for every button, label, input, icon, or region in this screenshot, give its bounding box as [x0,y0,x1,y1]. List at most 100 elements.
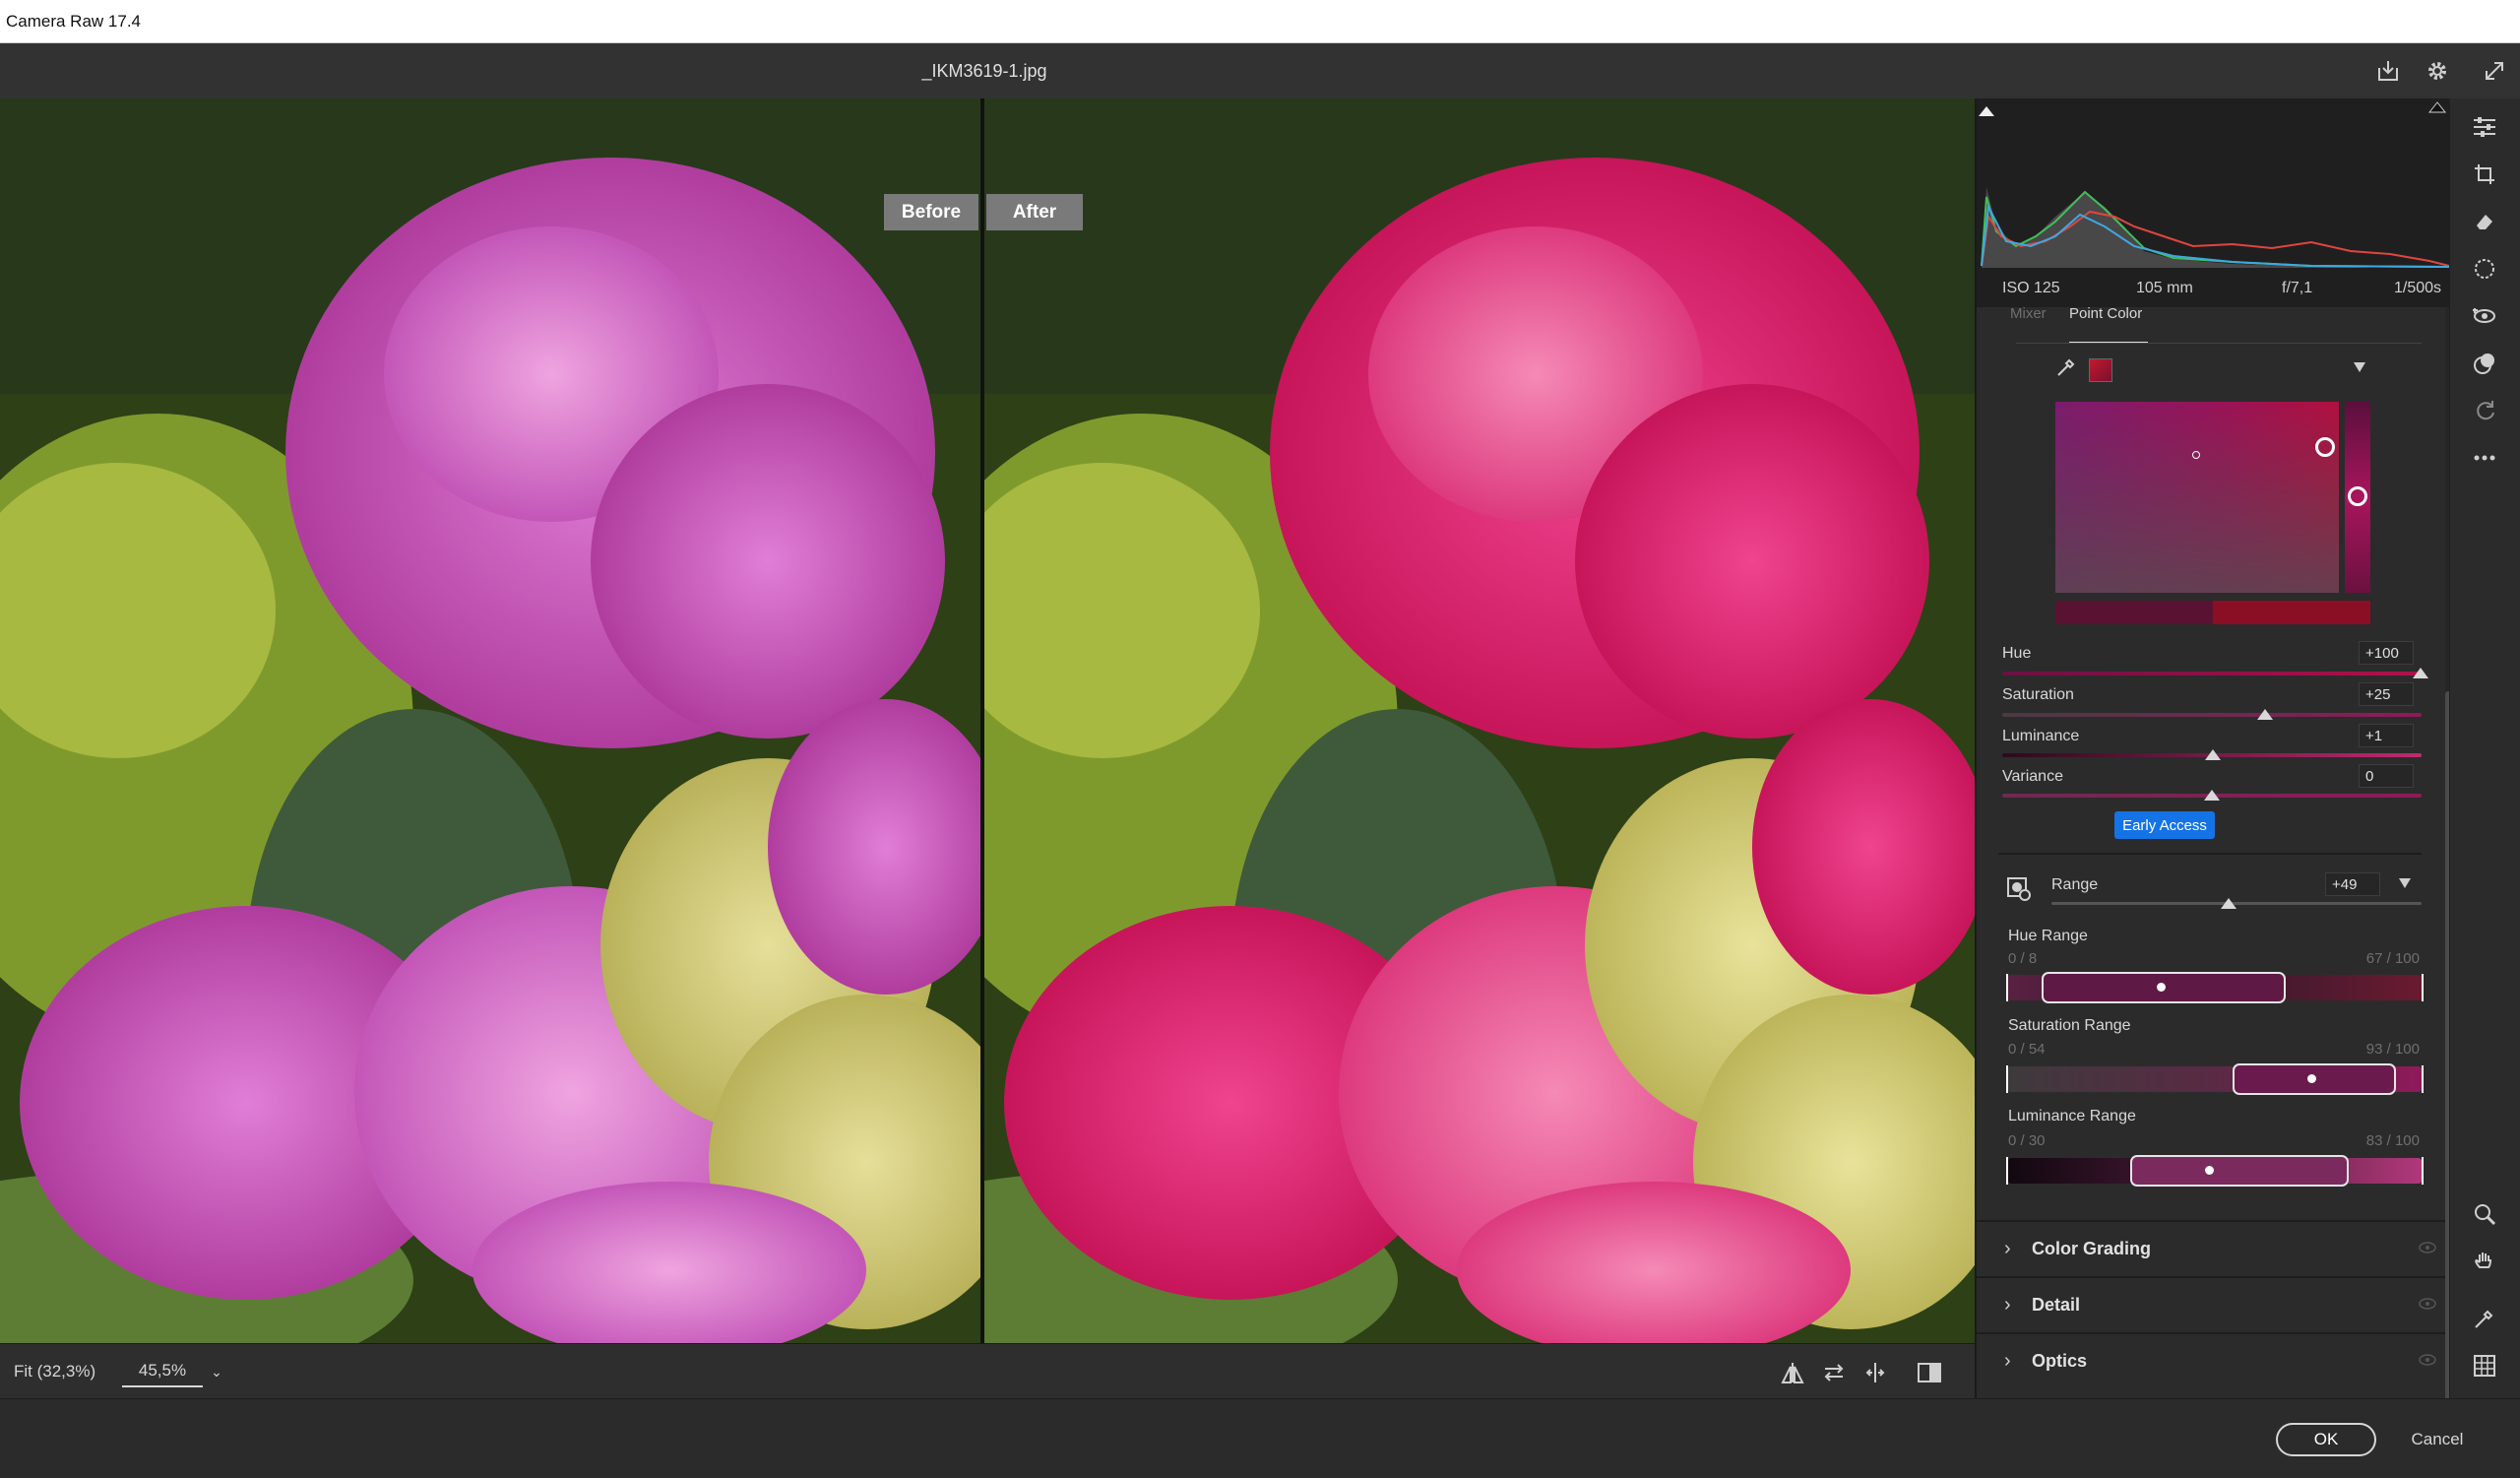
hue-value[interactable]: +100 [2359,641,2414,665]
fit-zoom-button[interactable]: Fit (32,3%) [14,1360,95,1383]
saturation-range-bar[interactable] [2006,1063,2424,1095]
visibility-eye-icon[interactable] [2418,1297,2437,1316]
after-image [984,98,1975,1343]
hue-label: Hue [2002,645,2032,662]
range-label: Range [2051,876,2099,893]
hue-slider-thumb[interactable] [2413,668,2428,678]
saturation-value[interactable]: +25 [2359,682,2414,706]
saturation-range-selection[interactable] [2233,1063,2396,1095]
variance-value[interactable]: 0 [2359,764,2414,788]
luminance-range-center-handle[interactable] [2205,1166,2214,1175]
range-dropdown-icon[interactable] [2398,876,2416,892]
presets-icon[interactable] [2468,347,2501,380]
saturation-range-center-handle[interactable] [2307,1074,2316,1083]
color-sampler-icon[interactable] [2468,1302,2501,1335]
luminance-range-bar[interactable] [2006,1155,2424,1187]
save-icon[interactable] [2372,55,2404,87]
hue-range-left-value: 0 / 8 [2008,950,2038,967]
luminance-range-max-marker[interactable] [2422,1157,2424,1185]
red-eye-icon[interactable] [2468,299,2501,333]
chevron-right-icon: › [2004,1238,2011,1259]
section-color-grading[interactable]: › Color Grading [1977,1220,2451,1275]
saturation-slider-thumb[interactable] [2257,709,2273,720]
variance-slider-thumb[interactable] [2204,790,2220,801]
luminance-label: Luminance [2002,728,2080,744]
section-title: Optics [2032,1351,2088,1371]
canvas-bottom-bar: Fit (32,3%) 45,5% ⌄ [0,1343,1975,1398]
range-slider-track[interactable] [2051,902,2422,905]
saturation-slider-track[interactable] [2002,713,2422,717]
image-canvas[interactable]: Before After [0,98,1975,1343]
swap-settings-icon[interactable] [1819,1358,1849,1387]
saturation-range-label: Saturation Range [2008,1017,2131,1034]
before-color-swatch [2055,601,2213,624]
saturation-range-max-marker[interactable] [2422,1065,2424,1093]
saturation-range-right-value: 93 / 100 [2365,1041,2420,1058]
ok-button[interactable]: OK [2276,1423,2376,1456]
file-name: _IKM3619-1.jpg [921,61,1047,81]
zoom-icon[interactable] [2468,1197,2501,1231]
tool-strip [2449,98,2520,1398]
toggle-compare-icon[interactable] [1914,1358,1945,1387]
target-color-handle[interactable] [2315,437,2335,457]
zoom-level-field[interactable]: 45,5% [122,1356,203,1387]
color-swatch[interactable] [2089,358,2112,382]
window-title: Camera Raw 17.4 [6,12,142,31]
masking-icon[interactable] [2468,252,2501,286]
range-value[interactable]: +49 [2325,872,2380,896]
hue-range-selection[interactable] [2042,972,2286,1003]
hue-range-min-marker[interactable] [2006,974,2008,1001]
eraser-icon[interactable] [2468,205,2501,238]
hue-range-max-marker[interactable] [2422,974,2424,1001]
luminance-range-right-value: 83 / 100 [2365,1132,2420,1149]
cancel-button[interactable]: Cancel [2402,1423,2473,1456]
luminance-strip[interactable] [2345,402,2370,593]
crop-icon[interactable] [2468,158,2501,191]
luminance-range-left-value: 0 / 30 [2008,1132,2046,1149]
saturation-range-min-marker[interactable] [2006,1065,2008,1093]
grid-overlay-icon[interactable] [2468,1349,2501,1382]
luminance-value[interactable]: +1 [2359,724,2414,747]
color-field[interactable] [2055,402,2339,593]
visibility-eye-icon[interactable] [2418,1353,2437,1372]
after-color-swatch [2213,601,2370,624]
visibility-eye-icon[interactable] [2418,1241,2437,1259]
before-after-view-icon[interactable] [1778,1358,1807,1387]
edit-panel: ISO 125 105 mm f/7,1 1/500s Mixer Point … [1975,98,2451,1410]
chevron-right-icon: › [2004,1350,2011,1372]
zoom-dropdown-icon[interactable]: ⌄ [207,1358,226,1385]
section-optics[interactable]: › Optics [1977,1332,2451,1387]
luminance-slider-thumb[interactable] [2205,749,2221,760]
chevron-right-icon: › [2004,1294,2011,1316]
copy-settings-icon[interactable] [1860,1358,1890,1387]
edit-sliders-icon[interactable] [2468,110,2501,144]
snapshots-icon[interactable] [2468,394,2501,427]
more-icon[interactable] [2468,441,2501,475]
luminance-range-selection[interactable] [2130,1155,2349,1187]
range-slider-thumb[interactable] [2221,898,2236,909]
luminance-range-min-marker[interactable] [2006,1157,2008,1185]
fullscreen-icon[interactable] [2479,55,2510,87]
iso-readout: ISO 125 [2002,280,2060,296]
gear-icon[interactable] [2422,55,2453,87]
range-divider [1998,853,2422,855]
before-image [0,98,980,1343]
window-title-bar: Camera Raw 17.4 [0,0,2520,43]
swatch-dropdown-icon[interactable] [2353,360,2368,376]
dialog-footer: OK Cancel [0,1398,2520,1478]
hand-icon[interactable] [2468,1245,2501,1278]
luminance-handle[interactable] [2348,486,2367,506]
tab-mixer[interactable]: Mixer [2010,305,2047,322]
section-title: Detail [2032,1295,2081,1315]
hue-range-center-handle[interactable] [2157,983,2166,992]
hue-range-bar[interactable] [2006,972,2424,1003]
tab-point-color[interactable]: Point Color [2069,305,2142,322]
variance-label: Variance [2002,768,2063,785]
eyedropper-icon[interactable] [2055,356,2079,380]
histogram: ISO 125 105 mm f/7,1 1/500s [1977,98,2451,307]
early-access-badge[interactable]: Early Access [2114,811,2215,839]
hue-slider-track[interactable] [2002,672,2422,675]
section-detail[interactable]: › Detail [1977,1276,2451,1331]
before-label: Before [884,194,978,230]
range-mask-icon[interactable] [2006,876,2034,904]
